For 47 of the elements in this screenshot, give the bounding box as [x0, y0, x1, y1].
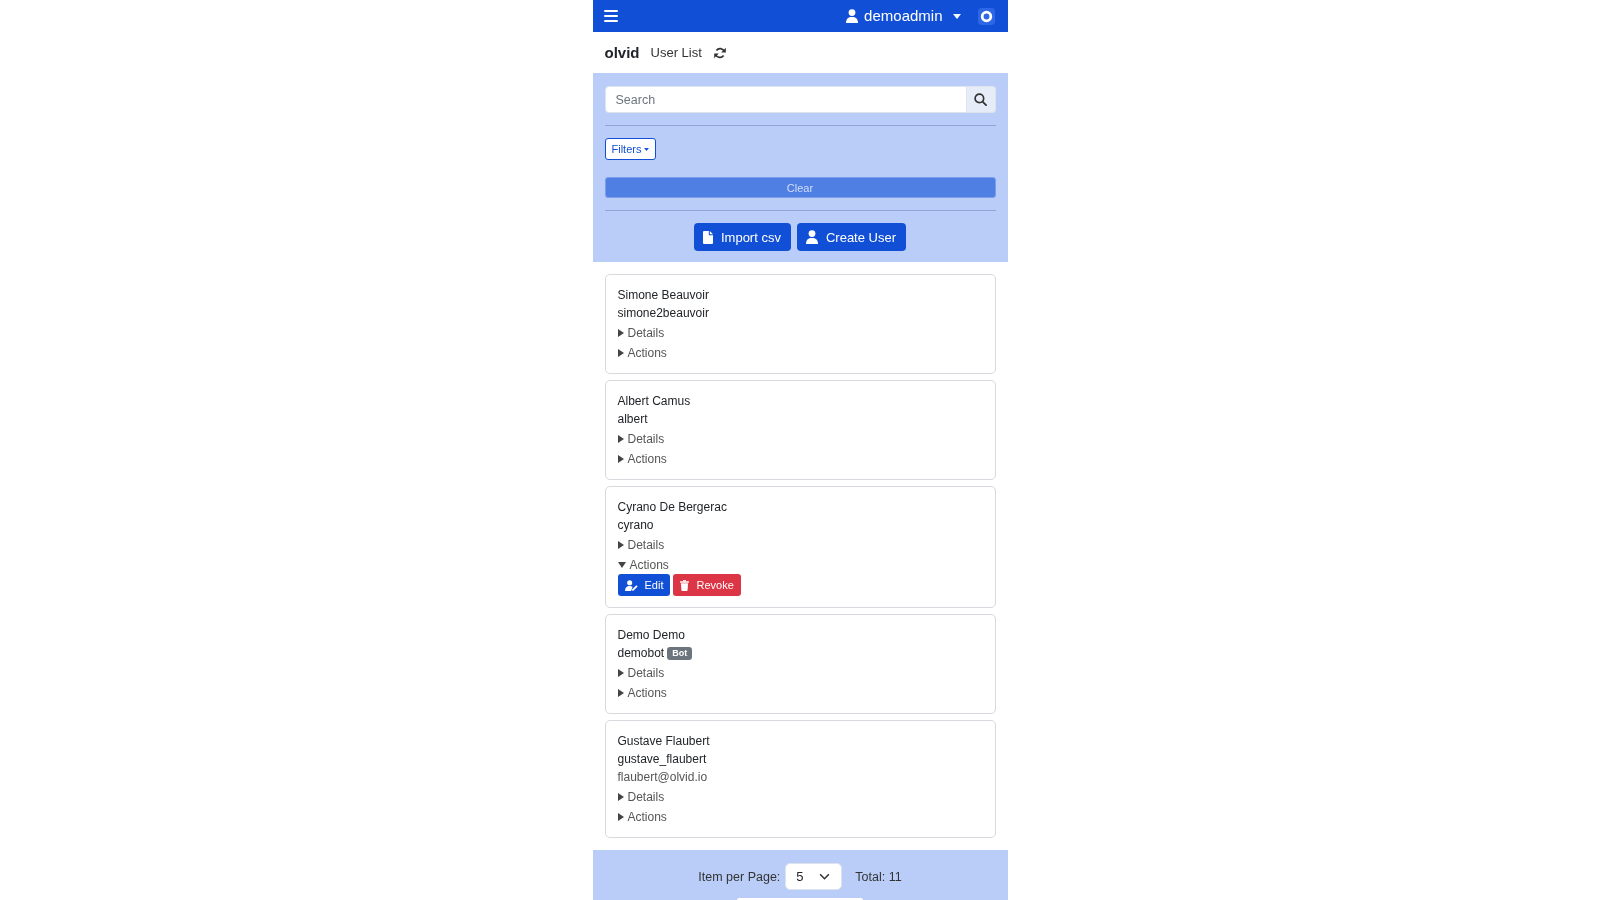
user-full-name: Gustave Flaubert [617, 733, 710, 750]
user-full-name: Demo Demo [617, 627, 685, 644]
disclosure-toggle[interactable]: Actions [617, 556, 669, 574]
total-count: Total: 11 [855, 869, 902, 884]
revoke-button[interactable]: Revoke [673, 574, 741, 596]
disclosure-toggle[interactable]: Actions [617, 684, 667, 702]
brand-name: olvid [604, 44, 640, 61]
import-button[interactable]: Import csv [693, 223, 791, 251]
disclosure-toggle[interactable]: Details [617, 536, 665, 554]
username: cyrano [617, 517, 654, 534]
menu-icon [603, 10, 618, 22]
file-icon [702, 230, 713, 244]
per-page-label: Item per Page: [698, 869, 781, 884]
user-full-name: Cyrano De Bergerac [617, 499, 727, 516]
caret-icon [952, 13, 961, 19]
per-page-select[interactable]: 5 [785, 863, 843, 890]
search-button[interactable] [966, 86, 996, 113]
user-full-name: Albert Camus [617, 393, 691, 410]
user-full-name: Simone Beauvoir [617, 287, 709, 304]
user-badge: Bot [667, 646, 693, 660]
edit-button[interactable]: Edit [617, 574, 671, 596]
username: demobot [617, 645, 665, 662]
disclosure-toggle[interactable]: Details [617, 788, 665, 806]
username: gustave_flaubert [617, 751, 707, 768]
disclosure-toggle[interactable]: Actions [617, 344, 667, 362]
user-pen-icon [624, 579, 638, 591]
disclosure-toggle[interactable]: Actions [617, 450, 667, 468]
refresh-icon[interactable] [713, 46, 726, 59]
page-title: User List [650, 45, 702, 60]
caret-icon [644, 147, 650, 151]
disclosure-toggle[interactable]: Details [617, 664, 665, 682]
trash-icon [680, 579, 690, 591]
create-user-button[interactable]: Create User [796, 223, 906, 251]
user-menu-button[interactable]: demoadmin [846, 7, 961, 25]
ring-icon [977, 7, 995, 25]
search-icon [974, 93, 987, 106]
disclosure-toggle[interactable]: Details [617, 430, 665, 448]
disclosure-toggle[interactable]: Details [617, 324, 665, 342]
disclosure-toggle[interactable]: Actions [617, 808, 667, 826]
search-field[interactable]: Search [604, 86, 967, 113]
user-icon [846, 9, 859, 23]
user-icon [805, 230, 818, 244]
filters-button[interactable]: Filters [604, 138, 657, 160]
username: albert [617, 411, 648, 428]
email-address: flaubert@olvid.io [617, 769, 708, 786]
chevron-icon [819, 873, 831, 880]
username: simone2beauvoir [617, 305, 709, 322]
